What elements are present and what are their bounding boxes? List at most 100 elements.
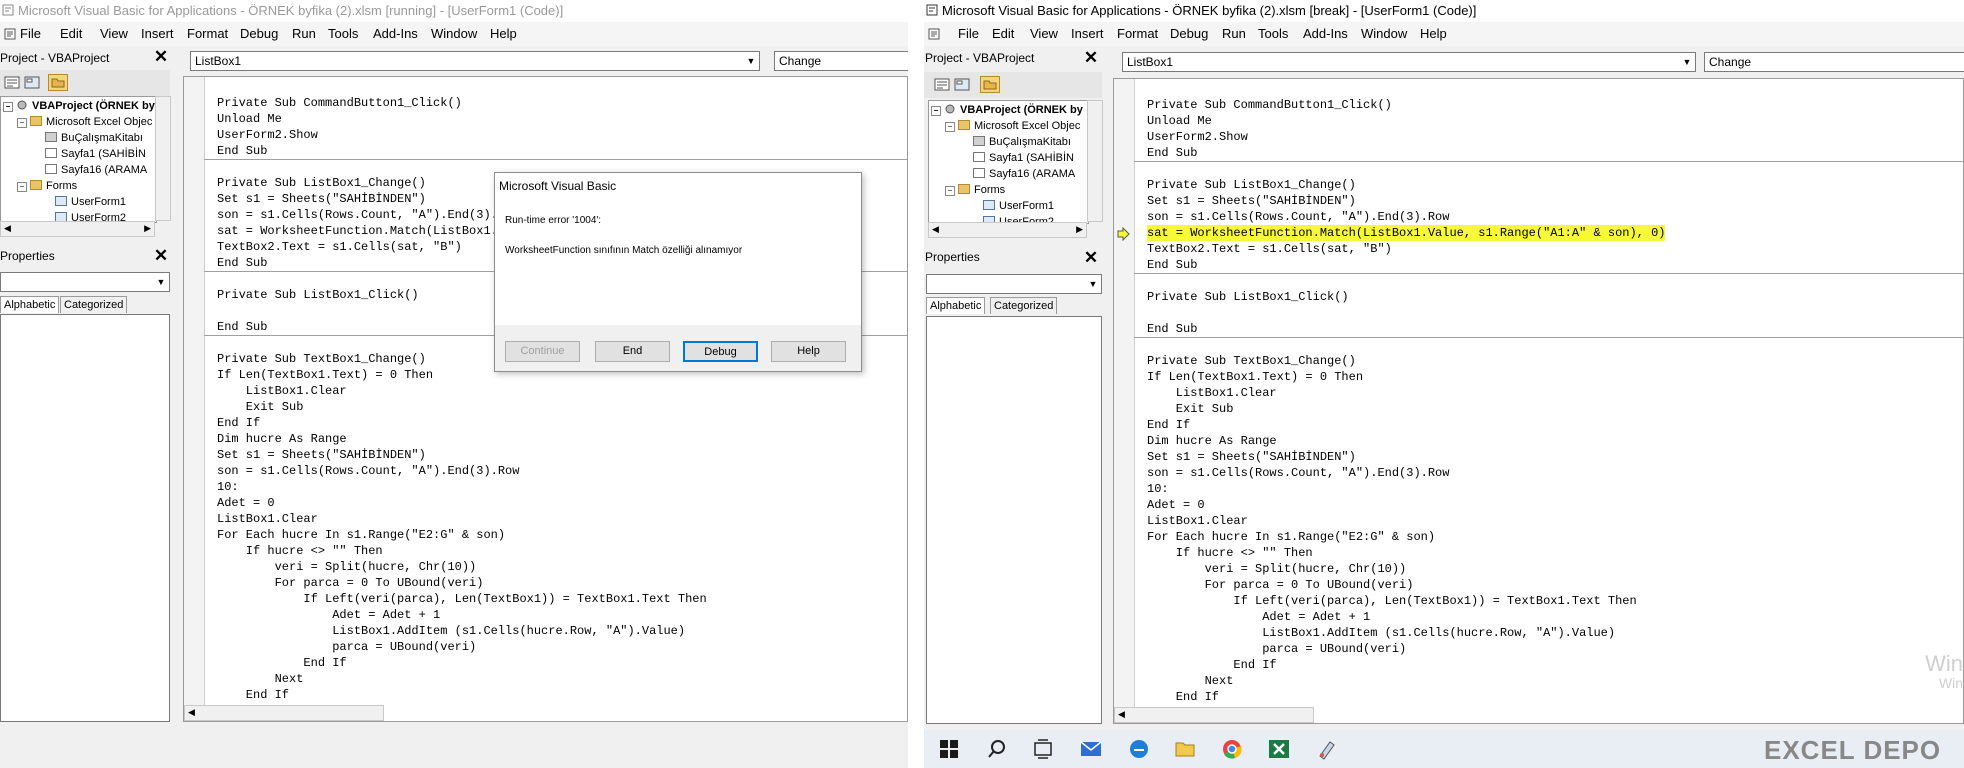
- tab-alphabetic[interactable]: Alphabetic: [0, 296, 60, 313]
- code-hscroll[interactable]: ◀: [184, 705, 384, 721]
- code-line[interactable]: Private Sub ListBox1_Change(): [1147, 177, 1356, 193]
- scroll-left-icon[interactable]: ◀: [4, 223, 11, 234]
- tree-item-userform1[interactable]: UserForm1: [983, 199, 1054, 213]
- code-line[interactable]: Private Sub ListBox1_Click(): [217, 287, 419, 303]
- code-line[interactable]: 10:: [217, 479, 239, 495]
- properties-close-icon[interactable]: ✕: [152, 247, 170, 265]
- properties-grid[interactable]: [926, 316, 1102, 724]
- tab-alphabetic[interactable]: Alphabetic: [926, 297, 986, 314]
- code-line[interactable]: son = s1.Cells(Rows.Count, "A").End(3).R…: [1147, 209, 1449, 225]
- code-line[interactable]: Adet = 0: [217, 495, 275, 511]
- scroll-left-icon[interactable]: ◀: [188, 707, 195, 718]
- code-line[interactable]: End If: [217, 655, 346, 671]
- menu-file[interactable]: File: [20, 22, 41, 46]
- code-line[interactable]: For Each hucre In s1.Range("E2:G" & son): [1147, 529, 1435, 545]
- code-line[interactable]: Unload Me: [217, 111, 282, 127]
- tree-item-sayfa1[interactable]: Sayfa1 (SAHİBİN: [45, 147, 146, 161]
- code-line[interactable]: If Len(TextBox1.Text) = 0 Then: [1147, 369, 1363, 385]
- menu-help[interactable]: Help: [1420, 22, 1447, 46]
- continue-button[interactable]: Continue: [505, 341, 580, 362]
- code-line[interactable]: End Sub: [217, 143, 267, 159]
- chrome-icon[interactable]: [1221, 738, 1243, 760]
- view-object-icon[interactable]: [24, 76, 40, 89]
- menu-tools[interactable]: Tools: [1258, 22, 1288, 46]
- menu-edit[interactable]: Edit: [992, 22, 1014, 46]
- code-line[interactable]: Set s1 = Sheets("SAHİBİNDEN"): [1147, 193, 1356, 209]
- menu-view[interactable]: View: [100, 22, 128, 46]
- project-vscroll[interactable]: [1087, 100, 1103, 222]
- code-line[interactable]: veri = Split(hucre, Chr(10)): [217, 559, 477, 575]
- view-code-icon[interactable]: [4, 76, 20, 89]
- excel-icon[interactable]: [1268, 738, 1290, 760]
- code-line[interactable]: 10:: [1147, 481, 1169, 497]
- menu-insert[interactable]: Insert: [141, 22, 174, 46]
- menu-edit[interactable]: Edit: [60, 22, 82, 46]
- code-line[interactable]: Next: [1147, 673, 1234, 689]
- help-button[interactable]: Help: [771, 341, 846, 362]
- code-line[interactable]: Next: [217, 671, 304, 687]
- menu-view[interactable]: View: [1030, 22, 1058, 46]
- object-combo[interactable]: ListBox1 ▼: [1122, 52, 1696, 72]
- code-line-highlighted[interactable]: sat = WorksheetFunction.Match(ListBox1.V…: [1147, 225, 1666, 241]
- code-line[interactable]: TextBox2.Text = s1.Cells(sat, "B"): [1147, 241, 1392, 257]
- code-line[interactable]: Exit Sub: [217, 399, 304, 415]
- menu-help[interactable]: Help: [490, 22, 517, 46]
- code-line[interactable]: End If: [1147, 689, 1219, 705]
- project-vscroll[interactable]: [155, 96, 171, 221]
- menu-file[interactable]: File: [958, 22, 979, 46]
- properties-close-icon[interactable]: ✕: [1082, 249, 1100, 267]
- code-line[interactable]: If hucre <> "" Then: [1147, 545, 1313, 561]
- tab-categorized[interactable]: Categorized: [990, 297, 1058, 314]
- code-line[interactable]: End Sub: [1147, 257, 1197, 273]
- code-line[interactable]: For parca = 0 To UBound(veri): [1147, 577, 1414, 593]
- code-window[interactable]: Private Sub CommandButton1_Click() Unload…: [1113, 78, 1964, 724]
- code-line[interactable]: UserForm2.Show: [1147, 129, 1248, 145]
- code-line[interactable]: End Sub: [1147, 145, 1197, 161]
- tree-excel-objects[interactable]: − Microsoft Excel Objec: [945, 119, 1080, 133]
- tab-categorized[interactable]: Categorized: [60, 296, 128, 313]
- project-hscroll[interactable]: ◀ ▶: [928, 222, 1087, 238]
- menu-debug[interactable]: Debug: [240, 22, 278, 46]
- toggle-folders-icon[interactable]: [980, 76, 1000, 93]
- menu-addins[interactable]: Add-Ins: [1303, 22, 1348, 46]
- view-code-icon[interactable]: [934, 78, 950, 91]
- code-line[interactable]: End If: [1147, 417, 1190, 433]
- code-line[interactable]: Set s1 = Sheets("SAHİBİNDEN"): [217, 191, 426, 207]
- search-icon[interactable]: [986, 738, 1008, 760]
- code-line[interactable]: parca = UBound(veri): [217, 639, 476, 655]
- file-explorer-icon[interactable]: [1174, 738, 1196, 760]
- toggle-folders-icon[interactable]: [48, 74, 68, 91]
- code-line[interactable]: Adet = Adet + 1: [1147, 609, 1370, 625]
- code-line[interactable]: Private Sub CommandButton1_Click(): [217, 95, 462, 111]
- code-line[interactable]: ListBox1.Clear: [1147, 385, 1277, 401]
- code-margin[interactable]: [184, 77, 205, 705]
- scroll-left-icon[interactable]: ◀: [932, 224, 939, 235]
- code-line[interactable]: Private Sub CommandButton1_Click(): [1147, 97, 1392, 113]
- tree-item-sayfa16[interactable]: Sayfa16 (ARAMA: [973, 167, 1075, 181]
- menu-window[interactable]: Window: [1361, 22, 1407, 46]
- project-hscroll[interactable]: ◀ ▶: [0, 221, 155, 237]
- properties-object-combo[interactable]: ▼: [926, 274, 1102, 294]
- code-line[interactable]: ListBox1.AddItem (s1.Cells(hucre.Row, "A…: [1147, 625, 1615, 641]
- code-line[interactable]: End If: [1147, 657, 1276, 673]
- code-line[interactable]: Exit Sub: [1147, 401, 1234, 417]
- code-line[interactable]: Dim hucre As Range: [1147, 433, 1277, 449]
- code-line[interactable]: Dim hucre As Range: [217, 431, 347, 447]
- task-view-icon[interactable]: [1032, 738, 1054, 760]
- code-hscroll[interactable]: ◀: [1114, 707, 1314, 723]
- code-line[interactable]: ListBox1.Clear: [217, 383, 347, 399]
- view-object-icon[interactable]: [954, 78, 970, 91]
- menu-format[interactable]: Format: [1117, 22, 1158, 46]
- properties-object-combo[interactable]: ▼: [0, 272, 170, 292]
- project-close-icon[interactable]: ✕: [1082, 49, 1100, 67]
- code-line[interactable]: TextBox2.Text = s1.Cells(sat, "B"): [217, 239, 462, 255]
- code-line[interactable]: Adet = 0: [1147, 497, 1205, 513]
- tree-item-sayfa16[interactable]: Sayfa16 (ARAMA: [45, 163, 147, 177]
- code-line[interactable]: Unload Me: [1147, 113, 1212, 129]
- code-line[interactable]: parca = UBound(veri): [1147, 641, 1406, 657]
- code-line[interactable]: Private Sub TextBox1_Change(): [217, 351, 426, 367]
- object-combo[interactable]: ListBox1 ▼: [190, 51, 760, 71]
- code-line[interactable]: End If: [217, 687, 289, 703]
- code-line[interactable]: If hucre <> "" Then: [217, 543, 383, 559]
- edge-icon[interactable]: [1128, 738, 1150, 760]
